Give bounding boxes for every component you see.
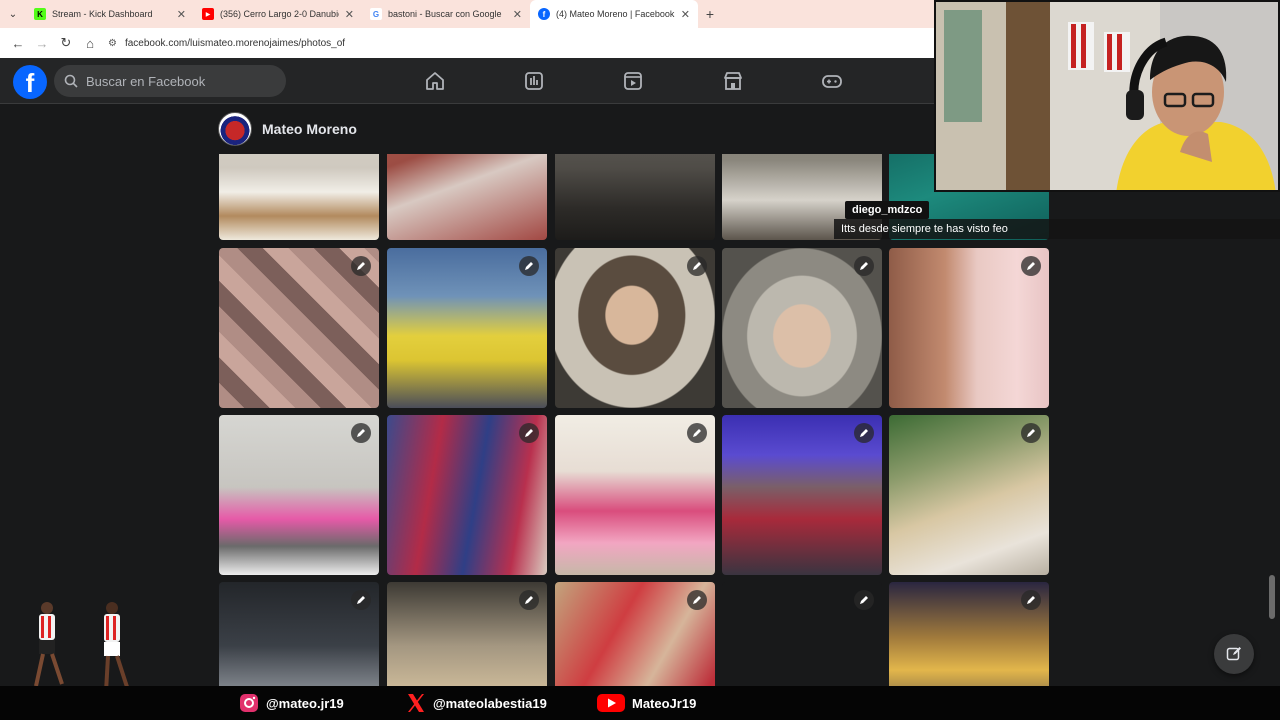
youtube-handle: MateoJr19 — [596, 691, 696, 715]
edit-pencil-icon[interactable] — [854, 590, 874, 610]
edit-pencil-icon[interactable] — [687, 590, 707, 610]
edit-pencil-icon[interactable] — [687, 423, 707, 443]
stream-social-footer: @mateo.jr19 @mateolabestia19 MateoJr19 — [0, 686, 1280, 720]
home-icon[interactable] — [415, 58, 455, 104]
browser-tab-google[interactable]: G bastoni - Buscar con Google ✕ — [362, 0, 530, 28]
edit-pencil-icon[interactable] — [519, 590, 539, 610]
x-logo-icon — [405, 692, 427, 714]
site-info-icon[interactable]: ⚙ — [108, 38, 117, 49]
marketplace-icon[interactable] — [713, 58, 753, 104]
photo-tile[interactable] — [555, 415, 715, 575]
google-icon: G — [370, 8, 382, 20]
youtube-handle-text: MateoJr19 — [632, 695, 697, 711]
edit-pencil-icon[interactable] — [1021, 590, 1041, 610]
url-text: facebook.com/luismateo.morenojaimes/phot… — [124, 37, 346, 49]
photo-tile[interactable] — [387, 154, 547, 240]
photo-tile[interactable] — [555, 248, 715, 408]
photo-tile[interactable] — [555, 582, 715, 686]
browser-tab-kick[interactable]: K Stream - Kick Dashboard ✕ — [26, 0, 194, 28]
photo-tile[interactable] — [722, 248, 882, 408]
photo-tile[interactable] — [889, 248, 1049, 408]
compose-icon — [1226, 647, 1241, 661]
webcam-overlay — [934, 0, 1280, 192]
photo-tile[interactable] — [555, 154, 715, 240]
kick-icon: K — [34, 8, 46, 20]
photo-tile[interactable] — [889, 582, 1049, 686]
back-arrow-icon[interactable]: ← — [6, 31, 30, 55]
edit-pencil-icon[interactable] — [351, 256, 371, 276]
search-placeholder: Buscar en Facebook — [86, 73, 206, 89]
photo-tile[interactable] — [387, 248, 547, 408]
instagram-handle-text: @mateo.jr19 — [266, 695, 344, 711]
home-icon[interactable]: ⌂ — [78, 31, 102, 55]
youtube-icon — [596, 692, 626, 714]
x-handle-text: @mateolabestia19 — [433, 695, 547, 711]
profile-name[interactable]: Mateo Moreno — [262, 121, 357, 137]
forward-arrow-icon[interactable]: → — [30, 31, 54, 55]
new-tab-plus-icon[interactable]: + — [698, 6, 722, 22]
edit-pencil-icon[interactable] — [519, 256, 539, 276]
search-icon — [64, 74, 78, 88]
new-message-button[interactable] — [1214, 634, 1254, 674]
scrollbar-thumb[interactable] — [1269, 575, 1275, 619]
tab-title: bastoni - Buscar con Google — [388, 9, 502, 19]
reload-icon[interactable]: ↻ — [54, 31, 78, 55]
instagram-icon — [238, 692, 260, 714]
photo-tile[interactable] — [219, 154, 379, 240]
close-tab-icon[interactable]: ✕ — [681, 8, 690, 21]
tab-title: Stream - Kick Dashboard — [52, 9, 153, 19]
gaming-icon[interactable] — [812, 58, 852, 104]
avatar[interactable] — [218, 112, 252, 146]
close-tab-icon[interactable]: ✕ — [177, 8, 186, 21]
video-icon[interactable] — [613, 58, 653, 104]
screen: ⌄ K Stream - Kick Dashboard ✕ ▶ (356) Ce… — [0, 0, 1280, 720]
chat-username: diego_mdzco — [845, 201, 930, 219]
edit-pencil-icon[interactable] — [351, 590, 371, 610]
x-handle: @mateolabestia19 — [405, 691, 547, 715]
edit-pencil-icon[interactable] — [519, 423, 539, 443]
webcam-feed — [936, 2, 1278, 190]
edit-pencil-icon[interactable] — [351, 423, 371, 443]
photo-tile-empty[interactable] — [722, 582, 882, 686]
facebook-logo-icon[interactable]: f — [13, 65, 47, 99]
photo-tile[interactable] — [387, 415, 547, 575]
photo-tile[interactable] — [219, 415, 379, 575]
close-tab-icon[interactable]: ✕ — [513, 8, 522, 21]
instagram-handle: @mateo.jr19 — [238, 691, 344, 715]
facebook-search-input[interactable]: Buscar en Facebook — [54, 65, 286, 97]
tab-search-chevron-icon[interactable]: ⌄ — [0, 0, 26, 28]
chat-message: Itts desde siempre te has visto feo — [834, 219, 1280, 239]
facebook-icon: f — [538, 8, 550, 20]
edit-pencil-icon[interactable] — [854, 256, 874, 276]
browser-tab-facebook[interactable]: f (4) Mateo Moreno | Facebook ✕ — [530, 0, 698, 28]
edit-pencil-icon[interactable] — [687, 256, 707, 276]
photo-tile[interactable] — [387, 582, 547, 686]
photo-tile[interactable] — [219, 248, 379, 408]
edit-pencil-icon[interactable] — [854, 423, 874, 443]
photo-tile[interactable] — [722, 415, 882, 575]
feed-icon[interactable] — [514, 58, 554, 104]
edit-pencil-icon[interactable] — [1021, 423, 1041, 443]
photo-tile[interactable] — [889, 415, 1049, 575]
edit-pencil-icon[interactable] — [1021, 256, 1041, 276]
tab-title: (356) Cerro Largo 2-0 Danubio — [220, 9, 339, 19]
tab-title: (4) Mateo Moreno | Facebook — [556, 9, 675, 19]
youtube-icon: ▶ — [202, 8, 214, 20]
browser-tab-youtube[interactable]: ▶ (356) Cerro Largo 2-0 Danubio ✕ — [194, 0, 362, 28]
photo-tile[interactable] — [219, 582, 379, 686]
close-tab-icon[interactable]: ✕ — [345, 8, 354, 21]
